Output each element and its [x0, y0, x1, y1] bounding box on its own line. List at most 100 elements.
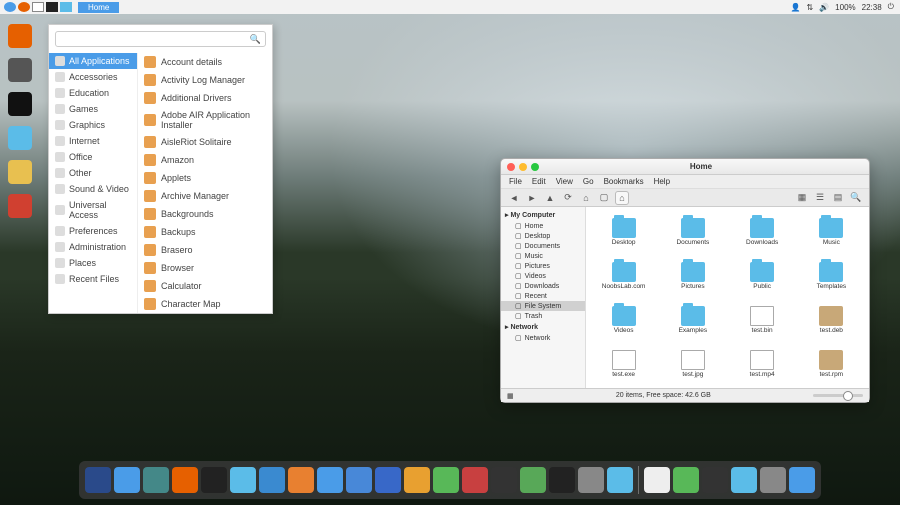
app-item[interactable]: Browser	[138, 259, 272, 277]
fm-icon-grid[interactable]: DesktopDocumentsDownloadsMusic NoobsLab.c…	[586, 207, 869, 388]
dock-app-icon[interactable]	[143, 467, 169, 493]
zoom-slider[interactable]	[813, 394, 863, 397]
category-item[interactable]: Office	[49, 149, 137, 165]
file-item[interactable]: Pictures	[659, 255, 726, 297]
sidebar-item[interactable]: ▢Documents	[501, 241, 585, 251]
search-input[interactable]	[60, 34, 250, 44]
app-item[interactable]: Activity Log Manager	[138, 71, 272, 89]
dock-app-icon[interactable]	[433, 467, 459, 493]
app-item[interactable]: AisleRiot Solitaire	[138, 133, 272, 151]
sidebar-item[interactable]: ▢Desktop	[501, 231, 585, 241]
sidebar-item[interactable]: ▢Downloads	[501, 281, 585, 291]
category-item[interactable]: Games	[49, 101, 137, 117]
dock-app-icon[interactable]	[731, 467, 757, 493]
file-item[interactable]: Downloads	[729, 211, 796, 253]
launcher-firefox-icon[interactable]	[8, 24, 32, 48]
app-item[interactable]: Brasero	[138, 241, 272, 259]
menu-go[interactable]: Go	[583, 177, 594, 186]
sidebar-item[interactable]: ▢Recent	[501, 291, 585, 301]
dock-app-icon[interactable]	[375, 467, 401, 493]
file-item[interactable]: NoobsLab.com	[590, 255, 657, 297]
sidebar-heading[interactable]: ▸ Network	[501, 321, 585, 333]
file-item[interactable]: test.mp4	[729, 343, 796, 385]
launcher-power-icon[interactable]	[8, 194, 32, 218]
clock[interactable]: 22:38	[862, 3, 882, 12]
app-item[interactable]: Character Map	[138, 295, 272, 313]
sidebar-item[interactable]: ▢Network	[501, 333, 585, 343]
titlebar[interactable]: Home	[501, 159, 869, 175]
menu-bookmarks[interactable]: Bookmarks	[604, 177, 644, 186]
category-item[interactable]: All Applications	[49, 53, 137, 69]
sidebar-item[interactable]: ▢Music	[501, 251, 585, 261]
dock-app-icon[interactable]	[172, 467, 198, 493]
app-item[interactable]: Backgrounds	[138, 205, 272, 223]
file-item[interactable]: Public	[729, 255, 796, 297]
panel-task-icon[interactable]	[46, 2, 58, 12]
dock-app-icon[interactable]	[607, 467, 633, 493]
app-item[interactable]: Additional Drivers	[138, 89, 272, 107]
file-item[interactable]: Music	[798, 211, 865, 253]
menu-file[interactable]: File	[509, 177, 522, 186]
view-compact-button[interactable]: ▤	[831, 191, 845, 205]
app-item[interactable]: Adobe AIR Application Installer	[138, 107, 272, 133]
network-icon[interactable]: ⇅	[807, 3, 814, 12]
launcher-terminal-icon[interactable]	[8, 92, 32, 116]
file-item[interactable]: test.rpm	[798, 343, 865, 385]
dock-app-icon[interactable]	[201, 467, 227, 493]
sidebar-item[interactable]: ▢File System	[501, 301, 585, 311]
file-item[interactable]: Examples	[659, 299, 726, 341]
sidebar-heading[interactable]: ▸ My Computer	[501, 209, 585, 221]
forward-button[interactable]: ►	[525, 191, 539, 205]
path-home-pill[interactable]: ⌂	[615, 191, 629, 205]
file-item[interactable]: test.exe	[590, 343, 657, 385]
sidebar-item[interactable]: ▢Trash	[501, 311, 585, 321]
app-item[interactable]: Amazon	[138, 151, 272, 169]
category-item[interactable]: Education	[49, 85, 137, 101]
dock-app-icon[interactable]	[230, 467, 256, 493]
dock-app-icon[interactable]	[317, 467, 343, 493]
category-item[interactable]: Sound & Video	[49, 181, 137, 197]
view-icons-button[interactable]: ▦	[795, 191, 809, 205]
dock-app-icon[interactable]	[702, 467, 728, 493]
user-icon[interactable]: 👤	[791, 3, 801, 12]
file-item[interactable]: test.jpg	[659, 343, 726, 385]
file-item[interactable]: Templates	[798, 255, 865, 297]
dock-app-icon[interactable]	[644, 467, 670, 493]
dock-app-icon[interactable]	[346, 467, 372, 493]
file-item[interactable]: Videos	[590, 299, 657, 341]
dock-app-icon[interactable]	[85, 467, 111, 493]
launcher-files-icon[interactable]	[8, 126, 32, 150]
dock-app-icon[interactable]	[673, 467, 699, 493]
dock-app-icon[interactable]	[789, 467, 815, 493]
volume-icon[interactable]: 🔊	[819, 3, 829, 12]
file-item[interactable]: test.bin	[729, 299, 796, 341]
dock-app-icon[interactable]	[491, 467, 517, 493]
view-toggle-icon[interactable]: ▦	[507, 392, 514, 400]
app-item[interactable]: Account details	[138, 53, 272, 71]
maximize-icon[interactable]	[531, 163, 539, 171]
panel-task-icon[interactable]	[60, 2, 72, 12]
sidebar-item[interactable]: ▢Home	[501, 221, 585, 231]
dock-app-icon[interactable]	[462, 467, 488, 493]
dock-app-icon[interactable]	[760, 467, 786, 493]
file-item[interactable]: Documents	[659, 211, 726, 253]
panel-task-icon[interactable]	[18, 2, 30, 12]
file-item[interactable]: Desktop	[590, 211, 657, 253]
breadcrumb[interactable]: Home	[78, 2, 119, 13]
computer-button[interactable]: ▢	[597, 191, 611, 205]
dock-app-icon[interactable]	[520, 467, 546, 493]
minimize-icon[interactable]	[519, 163, 527, 171]
category-item[interactable]: Other	[49, 165, 137, 181]
category-item[interactable]: Administration	[49, 239, 137, 255]
category-item[interactable]: Graphics	[49, 117, 137, 133]
app-item[interactable]: Calculator	[138, 277, 272, 295]
sidebar-item[interactable]: ▢Pictures	[501, 261, 585, 271]
launcher-settings-icon[interactable]	[8, 58, 32, 82]
app-item[interactable]: Applets	[138, 169, 272, 187]
file-item[interactable]: test.deb	[798, 299, 865, 341]
back-button[interactable]: ◄	[507, 191, 521, 205]
category-item[interactable]: Universal Access	[49, 197, 137, 223]
reload-button[interactable]: ⟳	[561, 191, 575, 205]
up-button[interactable]: ▲	[543, 191, 557, 205]
view-list-button[interactable]: ☰	[813, 191, 827, 205]
